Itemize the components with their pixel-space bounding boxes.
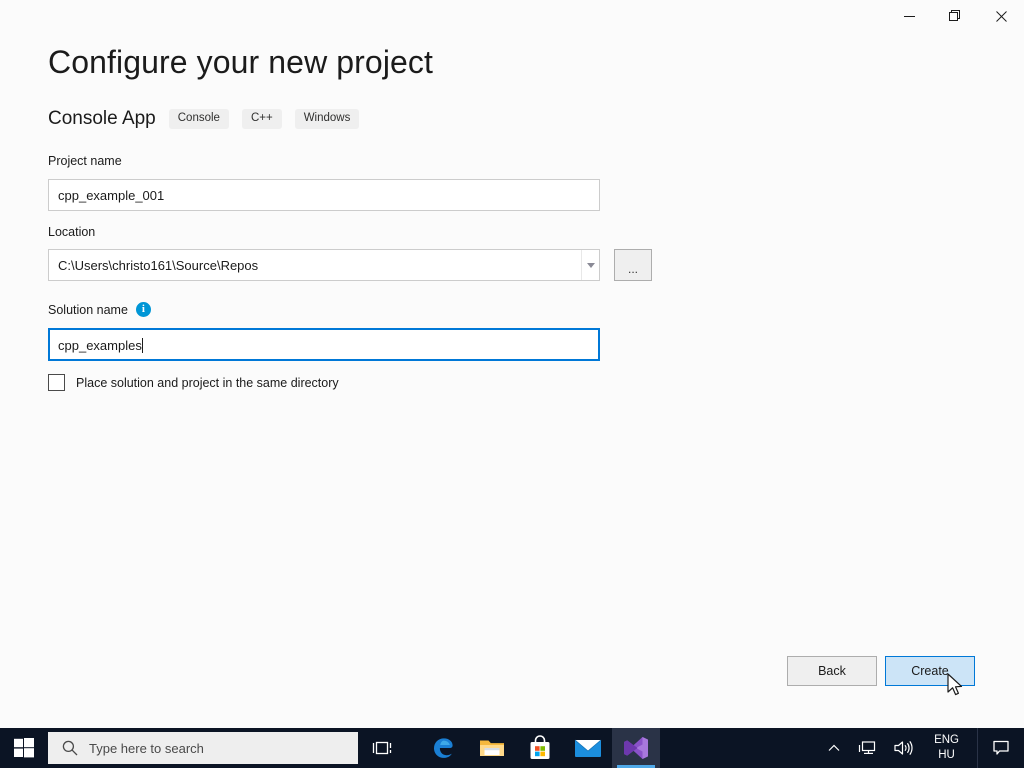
location-label: Location [48, 225, 96, 239]
solution-name-value: cpp_examples [58, 338, 142, 353]
edge-icon [432, 736, 456, 760]
info-icon[interactable]: i [135, 302, 151, 317]
text-caret [141, 338, 143, 353]
task-view-icon [372, 741, 392, 755]
taskbar-app-mail[interactable] [564, 728, 612, 768]
back-button[interactable]: Back [787, 656, 877, 686]
search-placeholder: Type here to search [89, 740, 204, 756]
close-button[interactable] [978, 0, 1024, 32]
create-button[interactable]: Create [885, 656, 975, 686]
solution-name-label: Solution name i [48, 302, 151, 317]
location-input[interactable] [49, 250, 581, 280]
browse-location-button[interactable]: ... [614, 249, 652, 281]
same-directory-checkbox[interactable] [48, 374, 65, 391]
search-icon [62, 740, 78, 756]
configure-project-page: Configure your new project Console App C… [0, 0, 1024, 728]
location-combobox[interactable] [48, 249, 600, 281]
search-input[interactable]: Type here to search [48, 732, 358, 764]
task-view-button[interactable] [358, 728, 406, 768]
folder-icon [480, 740, 504, 756]
chevron-down-icon[interactable] [581, 250, 599, 280]
store-icon [530, 735, 550, 759]
language-secondary: HU [938, 748, 955, 761]
volume-button[interactable] [885, 728, 922, 768]
taskbar-app-edge[interactable] [420, 728, 468, 768]
notification-icon [993, 740, 1009, 755]
taskbar-app-visual-studio[interactable] [612, 728, 660, 768]
tag-platform: Windows [294, 108, 360, 130]
taskbar-app-file-explorer[interactable] [468, 728, 516, 768]
template-summary: Console App Console C++ Windows [48, 108, 360, 130]
window-controls [886, 0, 1024, 32]
taskbar-apps [420, 728, 660, 768]
project-name-input[interactable] [48, 179, 600, 211]
same-directory-label: Place solution and project in the same d… [76, 375, 339, 390]
system-tray: ENG HU [819, 728, 1024, 768]
same-directory-row[interactable]: Place solution and project in the same d… [48, 374, 339, 391]
language-primary: ENG [934, 734, 959, 747]
chevron-up-icon [828, 744, 840, 751]
volume-icon [894, 741, 913, 755]
mail-icon [574, 739, 602, 757]
show-hidden-icons-button[interactable] [819, 728, 849, 768]
template-name: Console App [48, 108, 156, 129]
start-button[interactable] [0, 728, 48, 768]
visual-studio-icon [624, 737, 648, 759]
solution-name-label-text: Solution name [48, 302, 128, 317]
tag-console: Console [168, 108, 229, 130]
solution-name-input[interactable]: cpp_examples [48, 328, 600, 361]
taskbar: Type here to search ENG HU [0, 728, 1024, 768]
language-indicator[interactable]: ENG HU [922, 728, 971, 768]
notifications-button[interactable] [977, 728, 1024, 768]
minimize-button[interactable] [886, 0, 932, 32]
page-title: Configure your new project [48, 44, 434, 80]
tag-language: C++ [241, 108, 282, 130]
project-name-label: Project name [48, 154, 122, 168]
taskbar-app-microsoft-store[interactable] [516, 728, 564, 768]
restore-button[interactable] [932, 0, 978, 32]
network-icon [858, 741, 876, 754]
network-button[interactable] [849, 728, 885, 768]
